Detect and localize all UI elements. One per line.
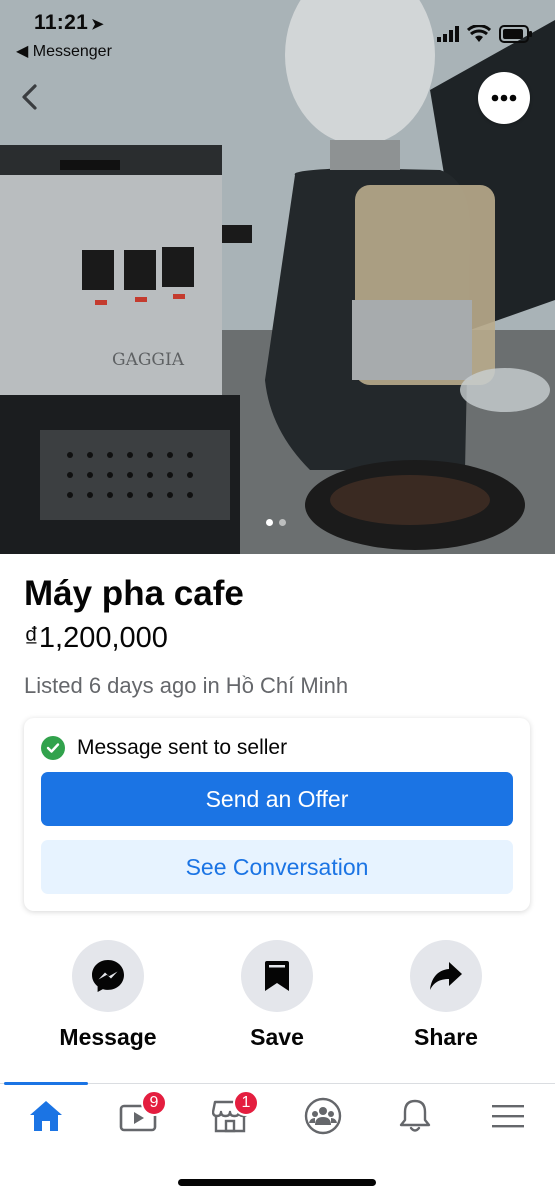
groups-icon (304, 1097, 342, 1135)
message-status-row: Message sent to seller (41, 736, 287, 760)
status-indicators (437, 25, 533, 43)
active-tab-indicator (4, 1082, 88, 1085)
save-action-label: Save (250, 1024, 304, 1050)
more-dots-icon (491, 94, 517, 102)
marketplace-badge: 1 (233, 1090, 259, 1116)
wifi-icon (467, 25, 491, 42)
save-action-circle[interactable] (241, 940, 313, 1012)
listing-title: Máy pha cafe (24, 574, 244, 613)
listing-photo[interactable]: GAGGIA 11:21 ➤ ◀ Messenger (0, 0, 555, 554)
clock: 11:21 (34, 11, 89, 34)
nav-watch[interactable]: 9 (115, 1090, 167, 1136)
nav-menu[interactable] (485, 1096, 531, 1136)
brand-logo-text: GAGGIA (112, 350, 185, 370)
bottom-nav: 9 1 (0, 1082, 555, 1143)
back-to-app-link[interactable]: ◀ Messenger (16, 41, 112, 61)
share-action[interactable]: Share (371, 940, 521, 1051)
message-action[interactable]: Message (33, 940, 183, 1051)
share-action-label: Share (414, 1024, 478, 1050)
nav-home[interactable] (23, 1096, 69, 1136)
listing-meta: Listed 6 days ago in Hồ Chí Minh (24, 673, 349, 698)
pagination-dot[interactable] (279, 519, 286, 526)
menu-icon (492, 1105, 524, 1128)
bookmark-icon (265, 961, 289, 991)
send-offer-button[interactable]: Send an Offer (41, 772, 513, 826)
back-button[interactable] (12, 78, 46, 116)
signal-icon (437, 26, 459, 42)
more-options-button[interactable] (478, 72, 530, 124)
home-icon (30, 1101, 62, 1131)
seller-message-card: Message sent to seller Send an Offer See… (24, 718, 530, 911)
bell-icon (399, 1099, 431, 1132)
chevron-left-icon (22, 84, 37, 110)
photo-illustration: GAGGIA (0, 0, 555, 554)
save-action[interactable]: Save (202, 940, 352, 1051)
photo-pagination (266, 519, 286, 526)
message-action-circle[interactable] (72, 940, 144, 1012)
battery-icon (499, 25, 532, 43)
status-time: 11:21 ➤ (34, 11, 104, 35)
watch-badge: 9 (141, 1090, 167, 1116)
share-action-circle[interactable] (410, 940, 482, 1012)
share-arrow-icon (430, 962, 462, 990)
message-action-label: Message (59, 1024, 157, 1050)
nav-groups[interactable] (300, 1096, 346, 1136)
check-circle-icon (41, 736, 65, 760)
message-status-text: Message sent to seller (77, 736, 288, 759)
location-arrow-icon: ➤ (91, 16, 104, 33)
pagination-dot-active[interactable] (266, 519, 273, 526)
see-conversation-button[interactable]: See Conversation (41, 840, 513, 894)
home-indicator[interactable] (178, 1179, 376, 1186)
nav-notifications[interactable] (392, 1096, 438, 1136)
listing-price: ₫1,200,000 (24, 622, 168, 654)
messenger-icon (92, 960, 124, 992)
nav-marketplace[interactable]: 1 (207, 1090, 259, 1136)
